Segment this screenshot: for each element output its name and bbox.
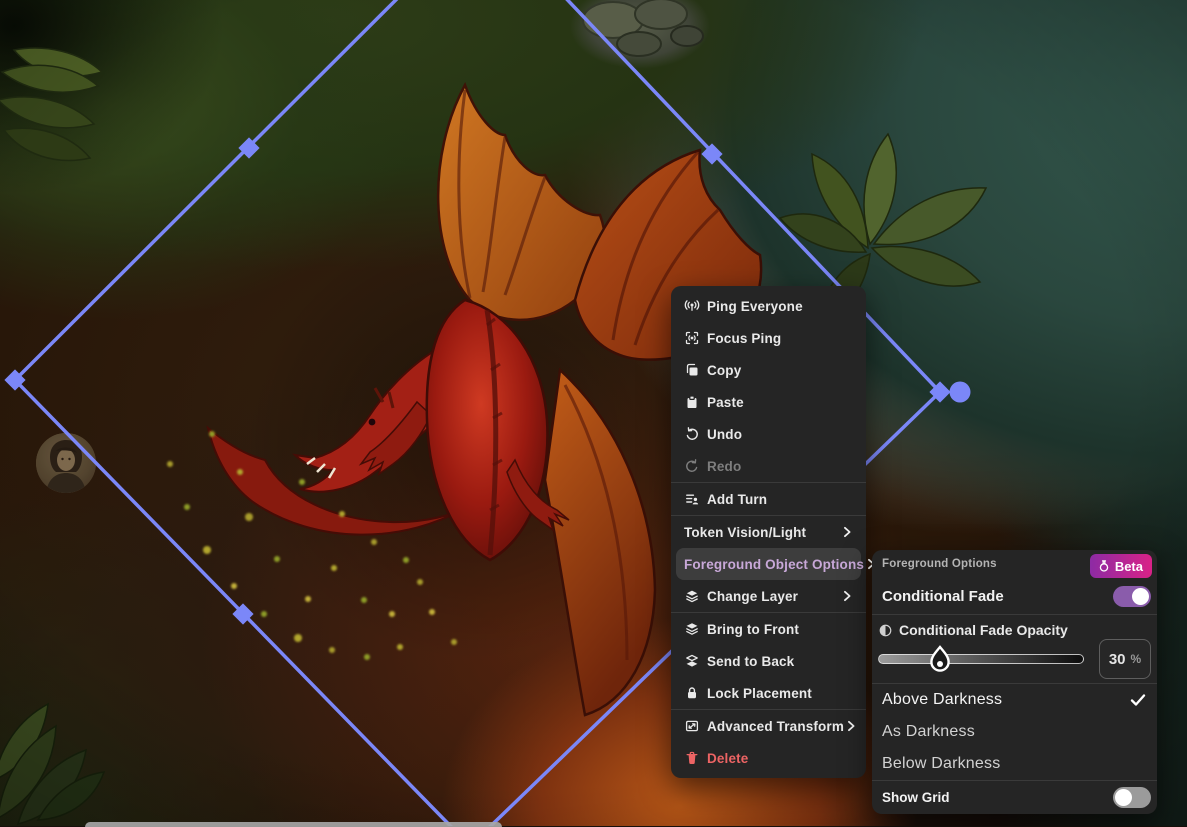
blend-icon xyxy=(878,623,893,638)
menu-item-label: Foreground Object Options xyxy=(684,557,864,572)
darkness-option-label: Above Darkness xyxy=(882,691,1002,709)
menu-item-foreground-object-options[interactable]: Foreground Object Options xyxy=(676,548,861,580)
conditional-fade-toggle[interactable] xyxy=(1113,586,1151,607)
opacity-value-input[interactable]: 30 % xyxy=(1099,639,1151,679)
show-grid-label: Show Grid xyxy=(882,790,950,805)
menu-item-label: Bring to Front xyxy=(707,622,799,637)
menu-item-paste[interactable]: Paste xyxy=(671,386,866,418)
menu-item-change-layer[interactable]: Change Layer xyxy=(671,580,866,612)
menu-item-label: Copy xyxy=(707,363,741,378)
opacity-unit: % xyxy=(1131,652,1142,666)
darkness-option-label: Below Darkness xyxy=(882,755,1000,773)
menu-item-lock-placement[interactable]: Lock Placement xyxy=(671,677,866,709)
focus-ping-icon xyxy=(684,330,700,346)
menu-item-label: Send to Back xyxy=(707,654,794,669)
add-turn-icon xyxy=(684,491,700,507)
panel-title: Foreground Options xyxy=(882,558,997,570)
menu-item-delete[interactable]: Delete xyxy=(671,742,866,774)
menu-item-copy[interactable]: Copy xyxy=(671,354,866,386)
menu-item-label: Lock Placement xyxy=(707,686,812,701)
darkness-option-above-darkness[interactable]: Above Darkness xyxy=(872,684,1157,716)
send-to-back-icon xyxy=(684,653,700,669)
conditional-fade-opacity-slider[interactable] xyxy=(878,654,1084,664)
menu-item-label: Undo xyxy=(707,427,742,442)
menu-item-label: Add Turn xyxy=(707,492,767,507)
bring-to-front-icon xyxy=(684,621,700,637)
flask-icon xyxy=(1097,559,1111,573)
moss-speckles xyxy=(0,0,4,4)
beta-badge: Beta xyxy=(1090,554,1152,578)
beta-badge-label: Beta xyxy=(1115,559,1143,574)
darkness-option-as-darkness[interactable]: As Darkness xyxy=(872,716,1157,748)
menu-item-send-to-back[interactable]: Send to Back xyxy=(671,645,866,677)
menu-item-redo: Redo xyxy=(671,450,866,482)
menu-item-label: Delete xyxy=(707,751,748,766)
lock-icon xyxy=(684,685,700,701)
foliage-top-left xyxy=(0,42,134,177)
copy-icon xyxy=(684,362,700,378)
paste-icon xyxy=(684,394,700,410)
foreground-options-panel: Foreground Options Beta Conditional Fade… xyxy=(872,550,1157,814)
toggle-knob xyxy=(1115,789,1132,806)
chevron-right-icon xyxy=(844,719,858,733)
character-token[interactable] xyxy=(36,433,96,493)
undo-icon xyxy=(684,426,700,442)
menu-item-bring-to-front[interactable]: Bring to Front xyxy=(671,613,866,645)
menu-item-label: Paste xyxy=(707,395,744,410)
slider-thumb[interactable] xyxy=(930,645,950,672)
chevron-right-icon xyxy=(840,525,854,539)
menu-item-label: Token Vision/Light xyxy=(684,525,806,540)
character-portrait xyxy=(36,433,96,493)
panel-divider xyxy=(872,614,1157,615)
delete-icon xyxy=(684,750,700,766)
menu-item-token-vision-light[interactable]: Token Vision/Light xyxy=(671,516,866,548)
menu-item-advanced-transform[interactable]: Advanced Transform xyxy=(671,710,866,742)
advanced-transform-icon xyxy=(684,718,700,734)
check-icon xyxy=(1129,691,1147,709)
foliage-bottom-left xyxy=(0,668,112,826)
show-grid-toggle[interactable] xyxy=(1113,787,1151,808)
menu-item-label: Ping Everyone xyxy=(707,299,803,314)
ping-everyone-icon xyxy=(684,298,700,314)
menu-item-add-turn[interactable]: Add Turn xyxy=(671,483,866,515)
redo-icon xyxy=(684,458,700,474)
bottom-toolbar-edge[interactable] xyxy=(85,822,502,827)
darkness-option-below-darkness[interactable]: Below Darkness xyxy=(872,748,1157,780)
menu-item-label: Redo xyxy=(707,459,741,474)
opacity-value: 30 xyxy=(1109,651,1126,668)
menu-item-label: Advanced Transform xyxy=(707,719,844,734)
conditional-fade-opacity-label: Conditional Fade Opacity xyxy=(899,622,1068,638)
context-menu: Ping Everyone Focus Ping Copy Paste Undo Redo… xyxy=(671,286,866,778)
darkness-option-label: As Darkness xyxy=(882,723,975,741)
menu-item-label: Focus Ping xyxy=(707,331,781,346)
menu-item-focus-ping[interactable]: Focus Ping xyxy=(671,322,866,354)
toggle-knob xyxy=(1132,588,1149,605)
change-layer-icon xyxy=(684,588,700,604)
menu-item-undo[interactable]: Undo xyxy=(671,418,866,450)
chevron-right-icon xyxy=(840,589,854,603)
conditional-fade-label: Conditional Fade xyxy=(882,588,1004,605)
menu-item-label: Change Layer xyxy=(707,589,798,604)
menu-item-ping-everyone[interactable]: Ping Everyone xyxy=(671,290,866,322)
